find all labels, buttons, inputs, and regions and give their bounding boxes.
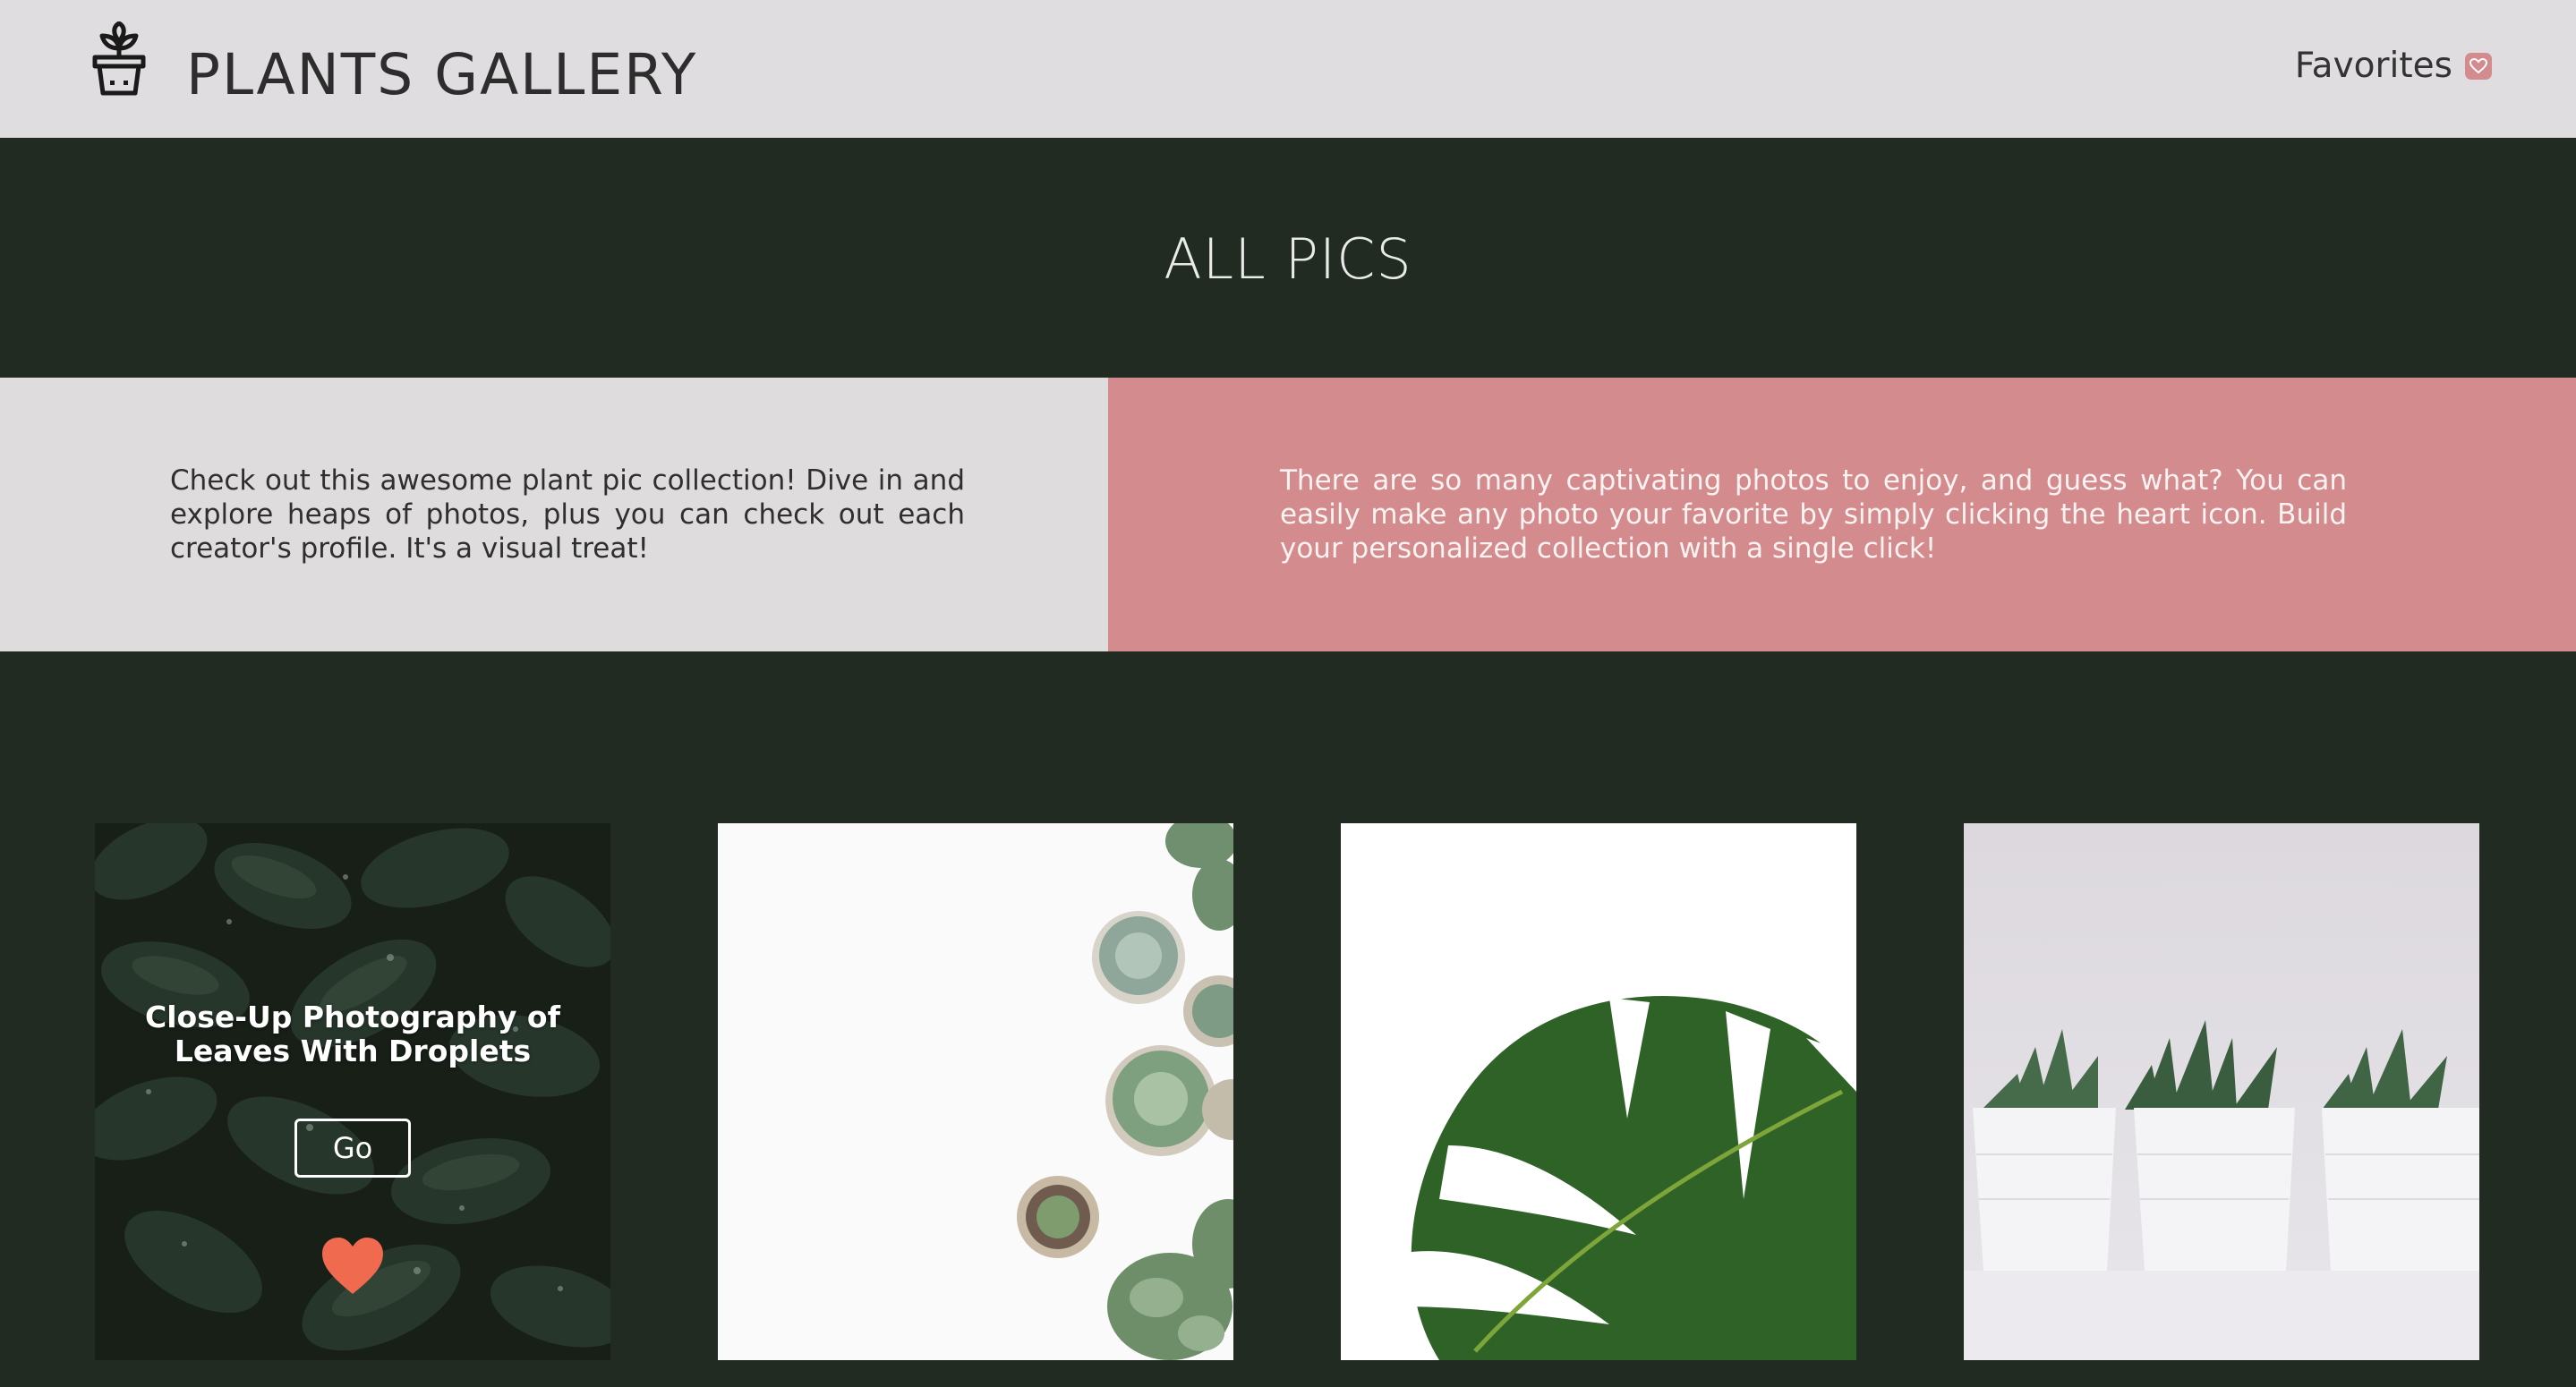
gallery-card[interactable] (1964, 823, 2479, 1360)
heart-icon (2465, 53, 2492, 80)
intro-text: Check out this awesome plant pic collect… (170, 464, 965, 565)
site-title: PLANTS GALLERY (186, 42, 698, 107)
site-header: PLANTS GALLERY Favorites (0, 0, 2576, 138)
go-button[interactable]: Go (294, 1119, 411, 1178)
hero-section: ALL PICS (0, 138, 2576, 378)
potted-succulents-photo (1964, 823, 2479, 1360)
monstera-leaf-photo (1341, 823, 1856, 1360)
favorites-info-text: There are so many captivating photos to … (1280, 464, 2347, 565)
intro-panel: Check out this awesome plant pic collect… (0, 378, 1108, 651)
succulents-photo (718, 823, 1233, 1360)
gallery-card[interactable] (1341, 823, 1856, 1360)
page-title: ALL PICS (1164, 226, 1412, 292)
favorites-link[interactable]: Favorites (2295, 41, 2492, 91)
gallery-card[interactable]: Close-Up Photography of Leaves With Drop… (95, 823, 610, 1360)
favorites-info-panel: There are so many captivating photos to … (1108, 378, 2576, 651)
card-caption: Close-Up Photography of Leaves With Drop… (145, 1000, 560, 1068)
gallery-card[interactable] (718, 823, 1233, 1360)
heart-icon[interactable] (320, 1237, 385, 1296)
potted-plant-icon[interactable] (88, 21, 150, 97)
favorites-label: Favorites (2294, 46, 2452, 86)
